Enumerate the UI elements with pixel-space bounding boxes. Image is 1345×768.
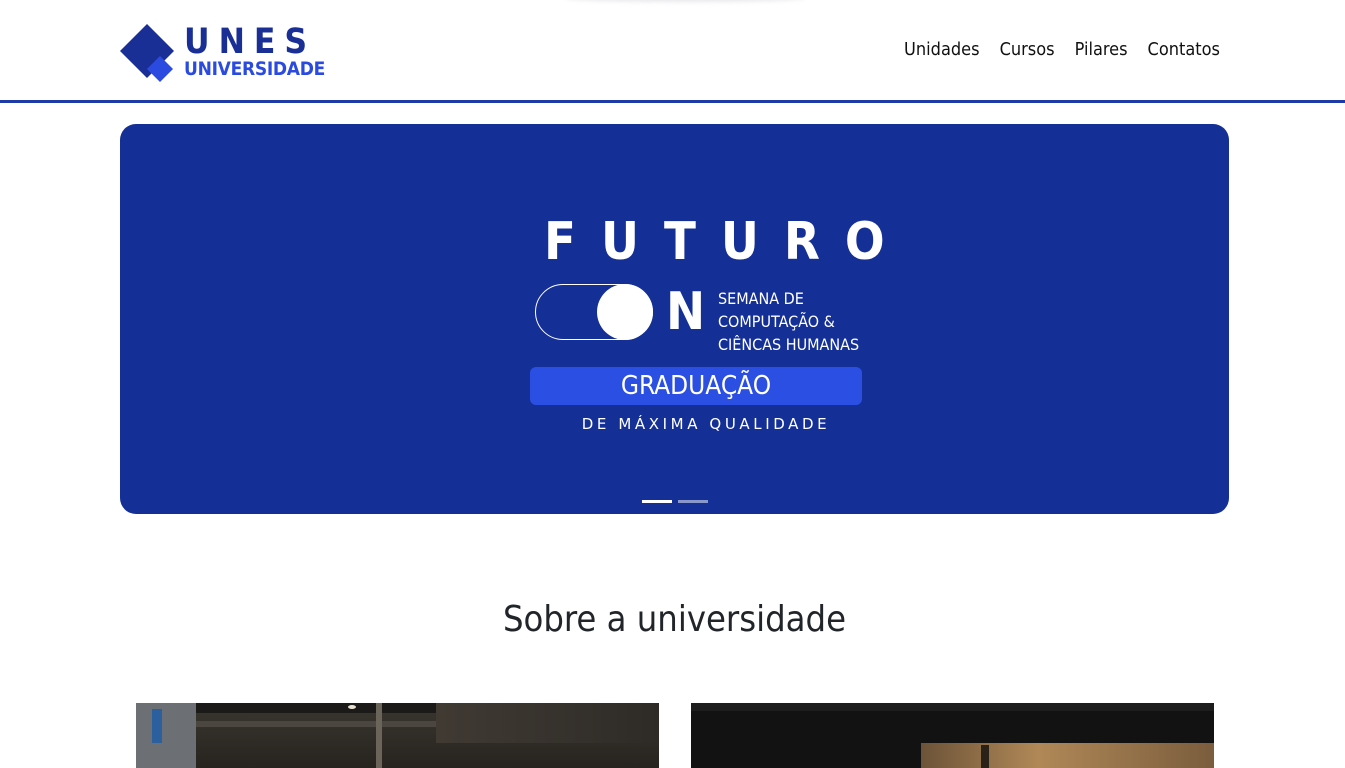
section-title-about: Sobre a universidade <box>502 599 847 640</box>
image-sign <box>152 709 162 743</box>
logo-subname: UNIVERSIDADE <box>184 58 325 80</box>
brand-logo[interactable]: UNES UNIVERSIDADE <box>119 22 325 86</box>
hero-description: SEMANA DE COMPUTAÇÃO & CIÊNCAS HUMANAS <box>718 287 878 356</box>
carousel-indicator-1[interactable] <box>642 500 672 503</box>
logo-name: UNES <box>184 22 317 62</box>
main-nav: Unidades Cursos Pilares Contatos <box>904 38 1220 62</box>
about-image-2 <box>691 703 1214 768</box>
hero-title: FUTURO <box>544 212 910 272</box>
image-pillar <box>981 745 989 768</box>
hero-desc-line: COMPUTAÇÃO & <box>718 312 835 331</box>
nav-item-cursos[interactable]: Cursos <box>1000 38 1055 62</box>
hero-desc-line: SEMANA DE <box>718 289 804 308</box>
carousel-indicators <box>642 500 708 503</box>
toggle-knob <box>597 284 653 340</box>
image-light <box>348 705 356 709</box>
about-image-1 <box>136 703 659 768</box>
hero-subtitle: DE MÁXIMA QUALIDADE <box>581 415 831 433</box>
site-header: UNES UNIVERSIDADE Unidades Cursos Pilare… <box>0 0 1345 103</box>
nav-item-contatos[interactable]: Contatos <box>1148 38 1220 62</box>
hero-toggle-letter: N <box>666 282 706 342</box>
image-beam <box>691 703 1214 711</box>
hero-carousel[interactable]: FUTURO N SEMANA DE COMPUTAÇÃO & CIÊNCAS … <box>120 124 1229 514</box>
image-arch <box>376 703 382 768</box>
image-ceiling <box>436 703 659 743</box>
image-wall <box>136 703 196 768</box>
carousel-indicator-2[interactable] <box>678 500 708 503</box>
hero-badge: GRADUAÇÃO <box>530 367 862 405</box>
toggle-switch-graphic <box>535 284 653 340</box>
nav-item-unidades[interactable]: Unidades <box>904 38 980 62</box>
nav-item-pilares[interactable]: Pilares <box>1075 38 1128 62</box>
image-ceiling <box>921 743 1214 768</box>
logo-diamond-icon <box>120 24 174 82</box>
hero-desc-line: CIÊNCAS HUMANAS <box>718 335 860 354</box>
